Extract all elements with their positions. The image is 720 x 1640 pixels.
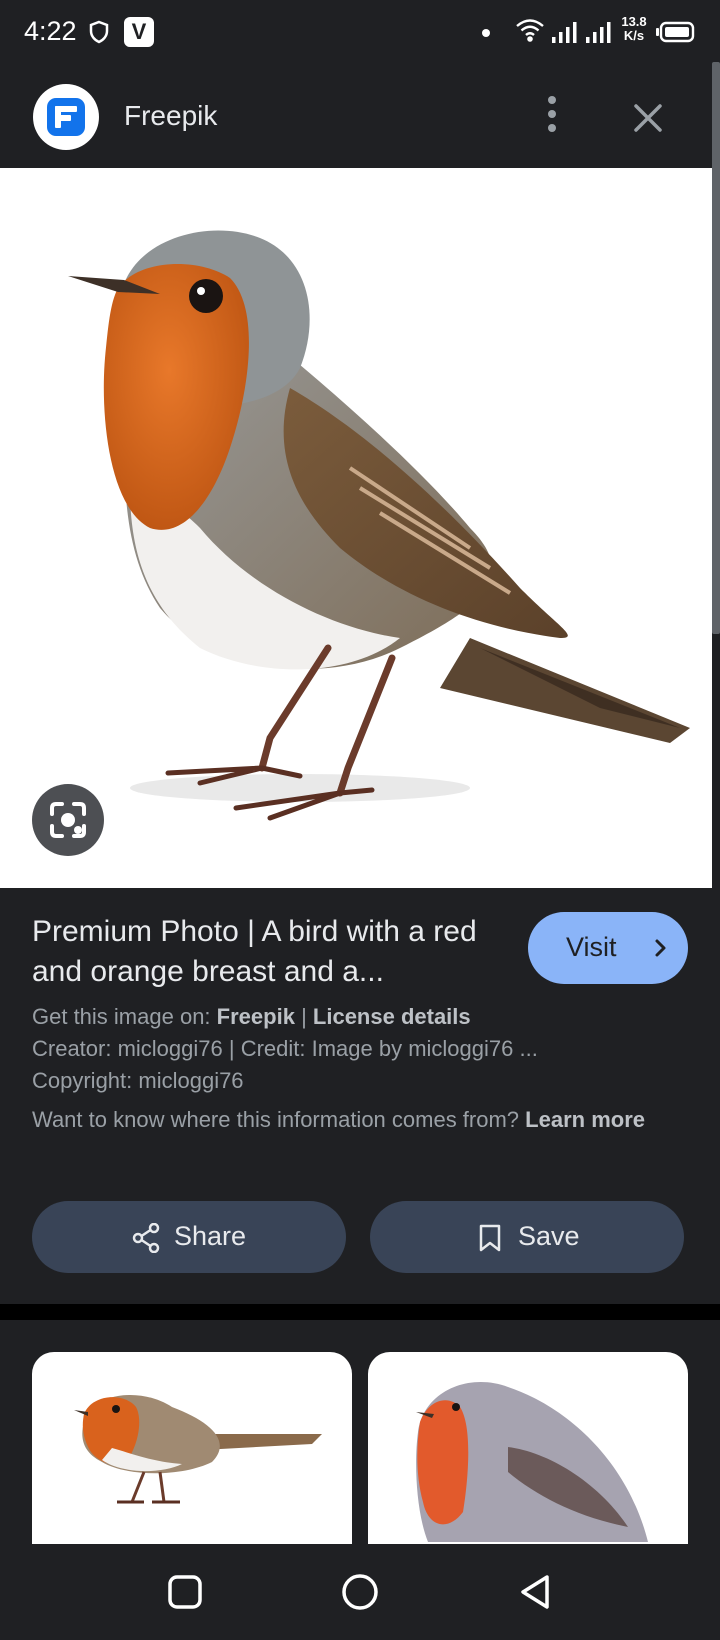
- more-vert-icon[interactable]: [538, 92, 566, 136]
- freepik-logo[interactable]: [33, 84, 99, 150]
- app-bar: Freepik: [0, 62, 712, 168]
- related-image-2[interactable]: [368, 1352, 688, 1552]
- wifi-icon: [516, 19, 544, 42]
- recents-icon[interactable]: [163, 1570, 207, 1614]
- network-speed-unit: K/s: [623, 28, 645, 43]
- system-nav-bar: [0, 1544, 720, 1640]
- battery-icon: [656, 21, 695, 43]
- status-time: 4:22: [24, 16, 77, 46]
- save-label: Save: [518, 1221, 580, 1251]
- v-app-icon: V: [124, 17, 154, 47]
- network-speed-value: 13.8: [621, 14, 647, 29]
- freepik-logo-mark: [47, 98, 85, 136]
- source-link[interactable]: Freepik: [217, 1004, 295, 1029]
- creator-line: Creator: micloggi76 | Credit: Image by m…: [32, 1036, 538, 1061]
- robin-bird-photo: [68, 230, 690, 821]
- home-icon[interactable]: [338, 1570, 382, 1614]
- dot-icon: [482, 29, 490, 37]
- visit-button[interactable]: Visit: [528, 912, 688, 984]
- lens-button[interactable]: [32, 784, 104, 856]
- status-bar: 4:22 V 13.8 K/s: [0, 0, 720, 62]
- share-label: Share: [174, 1221, 247, 1251]
- get-image-line: Get this image on: Freepik | License det…: [32, 1002, 471, 1032]
- related-image-1[interactable]: [32, 1352, 352, 1552]
- shield-icon: [89, 20, 109, 44]
- image-info-panel: Premium Photo | A bird with a red and or…: [0, 888, 720, 1304]
- learn-more-link[interactable]: Learn more: [525, 1107, 645, 1132]
- get-image-prefix: Get this image on:: [32, 1004, 211, 1029]
- save-button[interactable]: Save: [370, 1201, 684, 1273]
- photo-title[interactable]: Premium Photo | A bird with a red and or…: [32, 912, 482, 992]
- network-speed: 13.8 K/s: [617, 15, 651, 43]
- signal-icon: [586, 22, 611, 43]
- separator: |: [301, 1004, 307, 1029]
- scrollbar[interactable]: [712, 62, 720, 634]
- share-icon: [132, 1223, 160, 1253]
- visit-label: Visit: [566, 932, 617, 962]
- related-images: [0, 1320, 720, 1552]
- source-name[interactable]: Freepik: [124, 100, 217, 132]
- chevron-right-icon: [655, 939, 666, 957]
- share-button[interactable]: Share: [32, 1201, 346, 1273]
- signal-icon: [552, 22, 577, 43]
- learn-prefix: Want to know where this information come…: [32, 1107, 520, 1132]
- copyright-line: Copyright: micloggi76: [32, 1068, 244, 1093]
- main-image[interactable]: [0, 168, 712, 888]
- license-details-link[interactable]: License details: [313, 1004, 471, 1029]
- learn-more-line: Want to know where this information come…: [32, 1104, 672, 1136]
- robin-thumbnail-2: [416, 1382, 648, 1542]
- back-icon[interactable]: [514, 1570, 558, 1614]
- close-icon[interactable]: [628, 98, 668, 138]
- section-divider: [0, 1304, 720, 1320]
- bookmark-icon: [479, 1224, 501, 1252]
- lens-icon: [50, 802, 86, 838]
- robin-thumbnail-1: [74, 1395, 322, 1504]
